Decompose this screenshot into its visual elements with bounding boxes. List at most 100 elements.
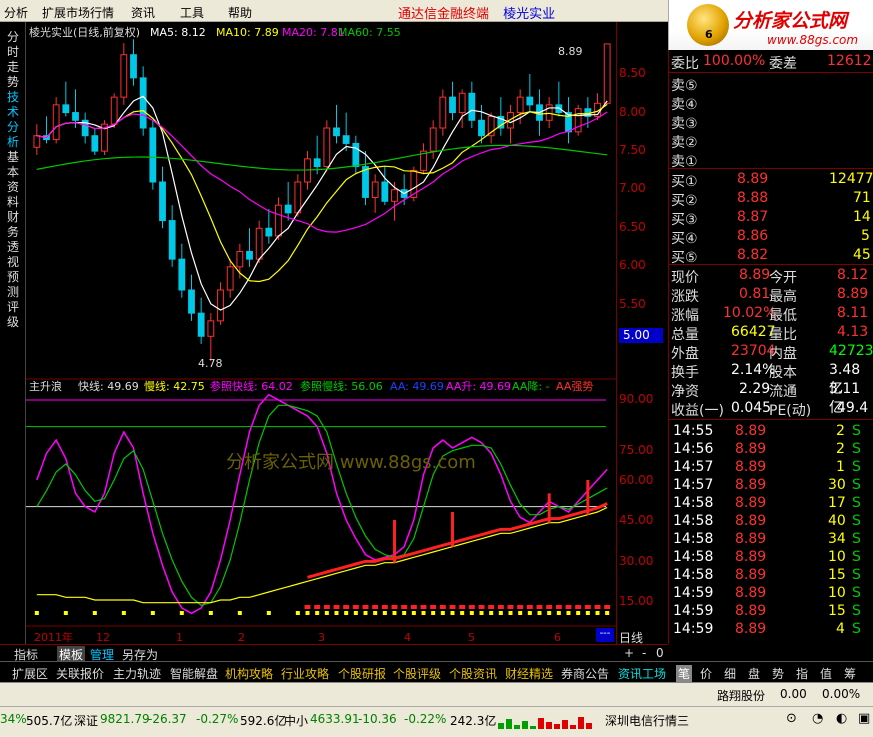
zoom-out-icon[interactable]: - (642, 646, 646, 660)
menu-tools[interactable]: 工具 (180, 4, 204, 21)
signal-cell-yellow (150, 611, 155, 615)
ma60-label: MA60: 7.55 (338, 26, 401, 39)
reset-icon[interactable]: 0 (656, 646, 664, 660)
candle-body (449, 96, 456, 114)
network-icon[interactable]: ⊙ (786, 711, 797, 726)
tick-price: 8.89 (735, 423, 767, 439)
nav-item[interactable]: 个股评级 (393, 665, 441, 682)
nav-item[interactable]: 个股研报 (338, 665, 386, 682)
sell-label: 卖④ (671, 97, 698, 113)
sell-label: 卖③ (671, 116, 698, 132)
nav-item[interactable]: 资讯工场 (618, 665, 666, 682)
time-tick: 3 (318, 631, 325, 644)
nav-item[interactable]: 笔 (676, 665, 693, 682)
nav-item[interactable]: 智能解盘 (170, 665, 218, 682)
alert-icon[interactable]: ◐ (836, 711, 847, 726)
stat-row: 外盘 23704 内盘 42723 (669, 342, 873, 362)
signal-cell-yellow (576, 611, 581, 615)
candle-body (371, 181, 379, 198)
nav-item[interactable]: 细 (724, 665, 736, 682)
nav-item[interactable]: 筹 (844, 665, 856, 682)
nav-item[interactable]: 财经精选 (505, 665, 553, 682)
signal-cell-yellow (469, 611, 474, 615)
tab-technical[interactable]: 技术分析 (7, 90, 21, 150)
menu-news[interactable]: 资讯 (131, 4, 155, 21)
buy-label: 买③ (671, 212, 698, 228)
tick-side: S (852, 423, 861, 439)
signal-cell-red (507, 605, 514, 609)
chart-pane[interactable]: 棱光实业(日线,前复权) MA5: 8.12 MA10: 7.89 MA20: … (26, 22, 616, 644)
time-tick: 2 (238, 631, 245, 644)
signal-cell-yellow (431, 611, 436, 615)
candle-body (294, 181, 302, 214)
time-tick: 5 (468, 631, 475, 644)
candle-body (255, 227, 263, 260)
tab-financials[interactable]: 财务透视 (7, 210, 21, 270)
price-axis: 8.50 8.00 7.50 7.00 6.50 6.00 5.50 5.00 … (616, 22, 668, 645)
nav-item[interactable]: 券商公告 (561, 665, 609, 682)
tick-time: 14:57 (673, 477, 714, 493)
nav-item[interactable]: 机构攻略 (225, 665, 273, 682)
price-area (33, 39, 611, 361)
signal-cell-red (352, 605, 359, 609)
stat-row: 收益(一) 0.045 PE(动) 49.4 (669, 399, 873, 419)
signal-cell-yellow (237, 611, 242, 615)
candle-body (362, 166, 369, 198)
app-window: 分析 扩展市场行情 资讯 工具 帮助 通达信金融终端 棱光实业 6 分析家公式网… (0, 0, 873, 737)
tick-volume: 10 (828, 549, 846, 565)
candle-body (458, 92, 466, 114)
buy-volume: 71 (853, 190, 871, 206)
nav-item[interactable]: 行业攻略 (281, 665, 329, 682)
candle-body (333, 127, 340, 137)
weicha-label: 委差 (769, 56, 797, 72)
signal-cell-yellow (353, 611, 358, 615)
aa-line (36, 506, 608, 604)
signal-cell-red (372, 605, 379, 609)
tick-row: 14:57 8.89 30 S (669, 476, 873, 495)
signal-cell-red (323, 605, 330, 609)
signal-icon[interactable]: ◔ (812, 711, 823, 726)
tab-intraday[interactable]: 分时走势 (7, 30, 21, 90)
menu-analysis[interactable]: 分析 (4, 4, 28, 21)
candle-body (323, 127, 331, 168)
nav-item[interactable]: 关联报价 (56, 665, 104, 682)
signal-cell-red (381, 605, 388, 609)
buy-row: 买⑤ 8.82 45 (669, 246, 873, 266)
nav-item[interactable]: 主力轨迹 (113, 665, 161, 682)
sell-row: 卖⑤ (669, 74, 873, 94)
stat-label: 最低 (769, 308, 797, 324)
indicator-tick: 60.00 (619, 473, 654, 487)
ma10-line (36, 103, 608, 283)
nav-item[interactable]: 扩展区 (12, 665, 48, 682)
stat-label: 今开 (769, 270, 797, 286)
buy-volume: 14 (853, 209, 871, 225)
time-tick: 4 (404, 631, 411, 644)
tab-fundamentals[interactable]: 基本资料 (7, 150, 21, 210)
period-button[interactable]: --- (596, 628, 614, 642)
ma60-line (36, 144, 608, 171)
nav-item[interactable]: 个股资讯 (449, 665, 497, 682)
menu-extended-market[interactable]: 扩展市场行情 (42, 4, 114, 21)
menu-help[interactable]: 帮助 (228, 4, 252, 21)
sz-value: 9821.79 (100, 712, 150, 726)
nav-item[interactable]: 势 (772, 665, 784, 682)
candle-body (284, 204, 292, 214)
nav-item[interactable]: 值 (820, 665, 832, 682)
kline-chart[interactable]: 棱光实业(日线,前复权) MA5: 8.12 MA10: 7.89 MA20: … (26, 22, 616, 644)
nav-item[interactable]: 价 (700, 665, 712, 682)
tab-forecast[interactable]: 预测评级 (7, 270, 21, 330)
stat-label: 现价 (671, 270, 699, 286)
tick-volume: 2 (836, 441, 845, 457)
nav-item[interactable]: 指 (796, 665, 808, 682)
zoom-in-icon[interactable]: + (624, 646, 634, 660)
breadth-bar (554, 724, 560, 729)
buy-price: 8.86 (737, 228, 769, 244)
tick-side: S (852, 495, 861, 511)
tick-price: 8.89 (735, 621, 767, 637)
zx-value: 4633.91 (310, 712, 360, 726)
nav-item[interactable]: 盘 (748, 665, 760, 682)
candle-body (246, 250, 253, 260)
tick-row: 14:58 8.89 17 S (669, 494, 873, 513)
status-bar-bottom: 34% 505.7亿 深证 9821.79 -26.37 -0.27% 592.… (0, 706, 873, 737)
menu-icon[interactable]: ▣ (858, 711, 870, 726)
